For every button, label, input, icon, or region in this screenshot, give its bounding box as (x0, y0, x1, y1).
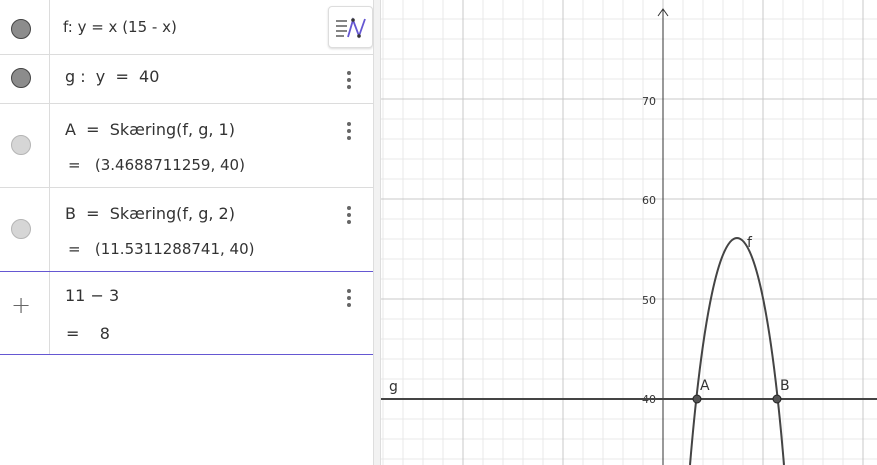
panel-divider[interactable] (373, 0, 381, 465)
algebra-row-f[interactable]: f: y = x (15 - x) (0, 0, 373, 55)
visibility-toggle-g[interactable] (11, 68, 31, 88)
graphics-view[interactable]: 70 60 50 40 g f A B (381, 0, 877, 465)
point-B[interactable] (772, 394, 782, 404)
value-B: = (11.5311288741, 40) (68, 240, 255, 258)
label-f: f (747, 235, 753, 251)
input-expression[interactable]: 11 − 3 (65, 286, 119, 305)
style-bar-toggle-button[interactable] (328, 6, 373, 48)
definition-A[interactable]: A = Skæring(f, g, 1) (65, 120, 235, 139)
visibility-toggle-f[interactable] (11, 19, 31, 39)
label-B: B (780, 378, 790, 394)
definition-f[interactable]: f: y = x (15 - x) (63, 18, 177, 36)
algebra-row-B[interactable]: B = Skæring(f, g, 2) = (11.5311288741, 4… (0, 188, 373, 272)
y-tick-70: 70 (642, 95, 656, 108)
algebra-row-g[interactable]: g : y = 40 (0, 55, 373, 104)
graphics-canvas[interactable]: 70 60 50 40 g f A B (381, 0, 877, 465)
algebra-row-A[interactable]: A = Skæring(f, g, 1) = (3.4688711259, 40… (0, 104, 373, 188)
definition-B[interactable]: B = Skæring(f, g, 2) (65, 204, 235, 223)
more-menu-icon[interactable] (346, 122, 352, 143)
y-tick-50: 50 (642, 294, 656, 307)
definition-g[interactable]: g : y = 40 (65, 67, 159, 86)
value-A: = (3.4688711259, 40) (68, 156, 245, 174)
marble-column (0, 188, 50, 271)
point-A[interactable] (692, 394, 702, 404)
label-A: A (700, 378, 710, 394)
label-g: g (389, 379, 398, 395)
curve-f[interactable] (689, 236, 785, 465)
more-menu-icon[interactable] (346, 71, 352, 92)
marble-column (0, 104, 50, 187)
graph-style-icon (336, 17, 366, 39)
algebra-input-row[interactable]: + 11 − 3 = 8 (0, 272, 373, 355)
visibility-toggle-B[interactable] (11, 219, 31, 239)
plus-icon[interactable]: + (11, 293, 31, 317)
input-result: = 8 (66, 324, 110, 343)
algebra-view: f: y = x (15 - x) g : y = 40 A = Skæring… (0, 0, 373, 465)
minor-grid (381, 0, 877, 465)
y-tick-60: 60 (642, 194, 656, 207)
marble-column (0, 55, 50, 103)
more-menu-icon[interactable] (346, 289, 352, 310)
visibility-toggle-A[interactable] (11, 135, 31, 155)
more-menu-icon[interactable] (346, 206, 352, 227)
marble-column: + (0, 272, 50, 354)
marble-column (0, 0, 50, 54)
